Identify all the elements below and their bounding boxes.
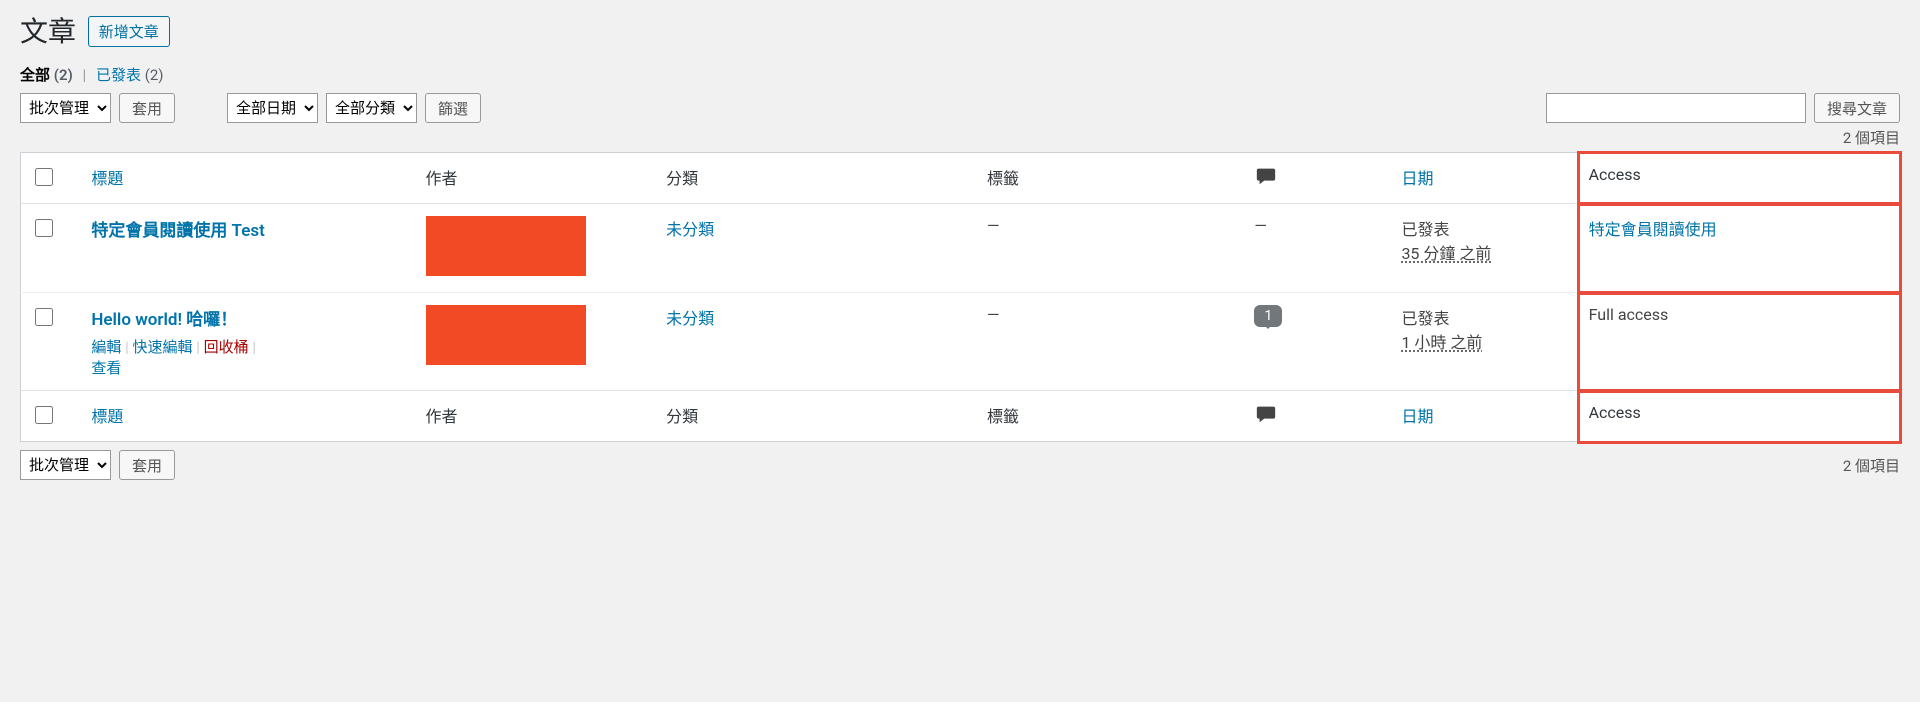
tags-cell: —: [977, 204, 1244, 293]
tablenav-bottom: 批次管理 套用 2 個項目: [20, 450, 1900, 480]
page-title: 文章: [20, 10, 76, 50]
search-button[interactable]: 搜尋文章: [1814, 93, 1900, 123]
date-cell: 已發表35 分鐘 之前: [1391, 204, 1578, 293]
item-count-top: 2 個項目: [1843, 129, 1900, 147]
row-action-view[interactable]: 查看: [91, 359, 121, 377]
comment-icon: [1254, 165, 1278, 191]
author-redacted: [426, 216, 586, 276]
col-category-footer: 分類: [656, 391, 977, 442]
select-all-bottom[interactable]: [35, 406, 53, 424]
bulk-action-select-bottom[interactable]: 批次管理: [20, 450, 111, 480]
tablenav-top: 批次管理 套用 全部日期 全部分類 篩選 搜尋文章: [20, 93, 1900, 123]
access-cell[interactable]: 特定會員閱讀使用: [1579, 204, 1900, 293]
col-date-header[interactable]: 日期: [1391, 153, 1578, 204]
col-tags-footer: 標籤: [977, 391, 1244, 442]
post-title-link[interactable]: Hello world! 哈囉！: [91, 310, 237, 330]
row-action-trash[interactable]: 回收桶: [204, 338, 249, 356]
table-row: Hello world! 哈囉！編輯 | 快速編輯 | 回收桶 | 查看未分類—…: [21, 293, 1900, 391]
col-category-header: 分類: [656, 153, 977, 204]
col-comments-header[interactable]: [1244, 153, 1391, 204]
bulk-action-select[interactable]: 批次管理: [20, 93, 111, 123]
table-row: 特定會員閱讀使用 Test未分類——已發表35 分鐘 之前特定會員閱讀使用: [21, 204, 1900, 293]
category-link[interactable]: 未分類: [666, 309, 714, 328]
category-link[interactable]: 未分類: [666, 220, 714, 239]
tags-cell: —: [977, 293, 1244, 391]
add-new-button[interactable]: 新增文章: [88, 16, 170, 47]
row-action-quick-edit[interactable]: 快速編輯: [132, 338, 192, 356]
date-cell: 已發表1 小時 之前: [1391, 293, 1578, 391]
access-cell: Full access: [1579, 293, 1900, 391]
col-author-header[interactable]: 作者: [416, 153, 657, 204]
col-access-footer: Access: [1579, 391, 1900, 442]
item-count-bottom: 2 個項目: [1843, 455, 1900, 476]
apply-button-bottom[interactable]: 套用: [119, 450, 175, 480]
col-title-header[interactable]: 標題: [81, 153, 415, 204]
col-access-header: Access: [1579, 153, 1900, 204]
comment-icon: [1254, 403, 1278, 429]
col-title-footer[interactable]: 標題: [81, 391, 415, 442]
row-checkbox[interactable]: [35, 219, 53, 237]
post-status-filters: 全部 (2) | 已發表 (2): [20, 64, 1900, 85]
post-title-link[interactable]: 特定會員閱讀使用 Test: [91, 221, 265, 241]
col-comments-footer[interactable]: [1244, 391, 1391, 442]
select-all-top[interactable]: [35, 168, 53, 186]
comments-cell[interactable]: 1: [1244, 293, 1391, 391]
col-author-footer[interactable]: 作者: [416, 391, 657, 442]
comment-count-bubble[interactable]: 1: [1254, 305, 1282, 327]
row-action-edit[interactable]: 編輯: [91, 338, 121, 356]
filter-published[interactable]: 已發表 (2): [96, 66, 164, 84]
search-input[interactable]: [1546, 93, 1806, 123]
access-link[interactable]: 特定會員閱讀使用: [1589, 220, 1717, 239]
comments-cell: —: [1244, 204, 1391, 293]
col-date-footer[interactable]: 日期: [1391, 391, 1578, 442]
date-filter-select[interactable]: 全部日期: [227, 93, 318, 123]
col-tags-header: 標籤: [977, 153, 1244, 204]
author-redacted: [426, 305, 586, 365]
category-filter-select[interactable]: 全部分類: [326, 93, 417, 123]
filter-button[interactable]: 篩選: [425, 93, 481, 123]
posts-table: 標題 作者 分類 標籤 日期 Access 特定會員閱讀使用 Test 未分類 ——…: [20, 152, 1900, 442]
apply-button[interactable]: 套用: [119, 93, 175, 123]
filter-all[interactable]: 全部 (2): [20, 66, 77, 84]
row-checkbox[interactable]: [35, 308, 53, 326]
